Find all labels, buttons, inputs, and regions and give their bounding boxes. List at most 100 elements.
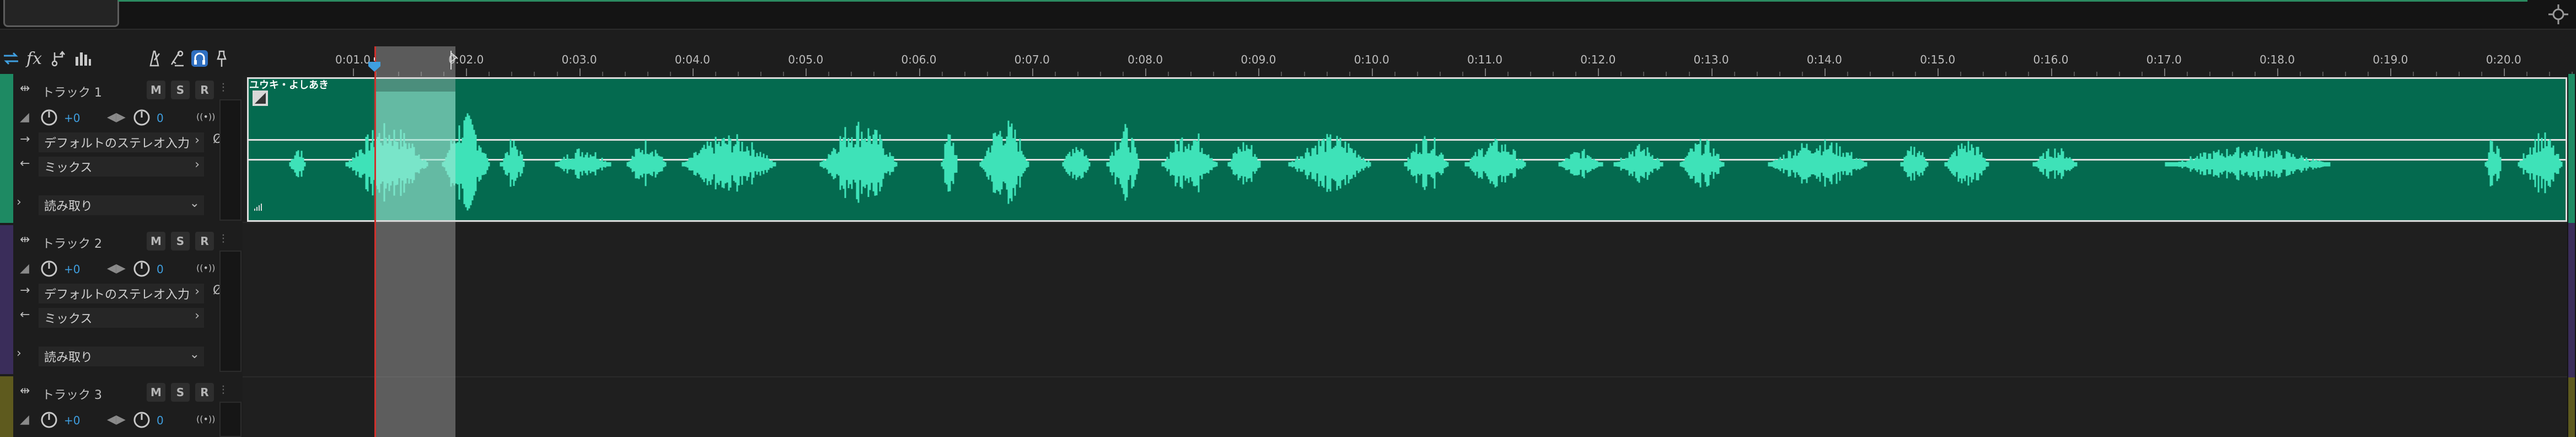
level-meter: [219, 251, 242, 372]
pin-button[interactable]: [212, 44, 232, 73]
clip-gain-icon: [254, 204, 262, 211]
expand-chevron-icon[interactable]: ›: [17, 347, 22, 360]
loop-toggle-button[interactable]: [1, 44, 21, 73]
mute-button[interactable]: M: [147, 383, 165, 402]
ruler-tick: [1145, 68, 1147, 76]
track-name[interactable]: トラック 1: [42, 83, 102, 100]
timeline-ruler[interactable]: 0:01.0 0:02.0 0:03.0 0:04.0 0:05.0 0:06.0 0:07…: [243, 46, 2573, 76]
stereo-icon[interactable]: ((•)): [196, 263, 215, 273]
ruler-minor-tick: [760, 72, 762, 76]
ruler-minor-tick: [1303, 72, 1305, 76]
ruler-tick: [2051, 68, 2052, 76]
record-arm-button[interactable]: R: [195, 81, 214, 99]
output-select-value: ミックス: [44, 161, 93, 175]
solo-button[interactable]: S: [171, 383, 190, 402]
ruler-minor-tick: [2458, 72, 2460, 76]
ruler-minor-tick: [602, 72, 603, 76]
metronome-button[interactable]: [144, 44, 164, 73]
overview-thumb[interactable]: [3, 0, 119, 27]
playhead-handle[interactable]: [367, 57, 382, 72]
ruler-minor-tick: [986, 72, 988, 76]
frequency-button[interactable]: [72, 44, 94, 73]
input-monitor-icon[interactable]: ⫶: [222, 384, 225, 398]
volume-value[interactable]: +0: [64, 111, 80, 125]
input-select[interactable]: デフォルトのステレオ入力 ›: [39, 132, 204, 152]
automation-mode-select[interactable]: 読み取り ⌄: [39, 347, 204, 366]
ruler-minor-tick: [1281, 72, 1282, 76]
record-arm-button[interactable]: R: [195, 383, 214, 402]
chevron-down-icon: ⌄: [189, 196, 200, 210]
ruler-tick: [353, 68, 354, 76]
ruler-minor-tick: [1168, 72, 1169, 76]
track-header-2: ⇹ トラック 2 M S R ⫶ ◢ +0 ◀▶ 0 ((•)) → デフォルトのステレオ入力 › Ø ← ミッ…: [17, 228, 243, 377]
overview-scrollbar[interactable]: [0, 0, 2576, 30]
clip-envelope-icon[interactable]: [253, 90, 268, 106]
ruler-tick: [806, 68, 807, 76]
ruler-tick-label: 0:15.0: [1920, 53, 1956, 66]
ruler-minor-tick: [1734, 72, 1735, 76]
mute-button[interactable]: M: [147, 232, 165, 251]
input-select-value: デフォルトのステレオ入力: [44, 288, 190, 302]
playhead[interactable]: [374, 46, 376, 437]
input-select[interactable]: デフォルトのステレオ入力 ›: [39, 284, 204, 303]
pan-knob[interactable]: [132, 411, 151, 429]
routing-button[interactable]: [49, 44, 71, 73]
ruler-tick-label: 0:10.0: [1354, 53, 1389, 66]
ruler-minor-tick: [1553, 72, 1554, 76]
ruler-minor-tick: [738, 72, 739, 76]
ruler-minor-tick: [1507, 72, 1509, 76]
mute-button[interactable]: M: [147, 81, 165, 99]
ruler-tick: [2277, 68, 2279, 76]
ruler-minor-tick: [1643, 72, 1645, 76]
record-arm-button[interactable]: R: [195, 232, 214, 251]
track-drag-icon[interactable]: ⇹: [20, 384, 30, 398]
solo-button[interactable]: S: [171, 232, 190, 251]
volume-knob[interactable]: [40, 411, 58, 429]
ruler-tick: [2164, 68, 2165, 76]
headphones-button[interactable]: [190, 44, 210, 73]
output-select[interactable]: ミックス ›: [39, 157, 204, 177]
zoom-fit-icon[interactable]: [2547, 3, 2569, 25]
vertical-scrollbar[interactable]: [2567, 74, 2576, 437]
automation-mode-select[interactable]: 読み取り ⌄: [39, 195, 204, 215]
track-drag-icon[interactable]: ⇹: [20, 233, 30, 247]
ruler-tick: [466, 68, 468, 76]
ruler-minor-tick: [534, 72, 535, 76]
solo-button[interactable]: S: [171, 81, 190, 99]
pan-icon: ◀▶: [107, 110, 126, 124]
ruler-tick: [1371, 68, 1373, 76]
fx-button[interactable]: fx: [23, 44, 45, 73]
ruler-tick-label: 0:12.0: [1580, 53, 1616, 66]
stereo-icon[interactable]: ((•)): [196, 111, 215, 122]
pan-knob[interactable]: [132, 108, 151, 127]
monitor-button[interactable]: [167, 44, 186, 73]
track-name[interactable]: トラック 2: [42, 234, 102, 252]
volume-knob[interactable]: [40, 108, 58, 127]
pan-value[interactable]: 0: [157, 111, 164, 125]
ruler-minor-tick: [669, 72, 671, 76]
volume-knob[interactable]: [40, 259, 58, 278]
ruler-minor-tick: [2118, 72, 2120, 76]
volume-value[interactable]: +0: [64, 414, 80, 427]
input-monitor-icon[interactable]: ⫶: [222, 82, 225, 95]
output-select[interactable]: ミックス ›: [39, 308, 204, 328]
ruler-minor-tick: [2526, 72, 2527, 76]
stereo-icon[interactable]: ((•)): [196, 414, 215, 424]
ruler-minor-tick: [2141, 72, 2143, 76]
volume-value[interactable]: +0: [64, 263, 80, 276]
pan-knob[interactable]: [132, 259, 151, 278]
mic-icon: [170, 50, 184, 67]
ruler-minor-tick: [1620, 72, 1622, 76]
expand-chevron-icon[interactable]: ›: [17, 195, 22, 209]
pan-value[interactable]: 0: [157, 414, 164, 427]
volume-icon: ◢: [20, 413, 29, 427]
ruler-minor-tick: [783, 72, 785, 76]
pan-value[interactable]: 0: [157, 263, 164, 276]
track-name[interactable]: トラック 3: [42, 385, 102, 403]
ruler-tick-label: 0:05.0: [788, 53, 824, 66]
selection-end-marker[interactable]: [450, 51, 458, 70]
output-select-value: ミックス: [44, 312, 93, 326]
ruler-minor-tick: [624, 72, 626, 76]
input-monitor-icon[interactable]: ⫶: [222, 233, 225, 247]
track-drag-icon[interactable]: ⇹: [20, 82, 30, 95]
